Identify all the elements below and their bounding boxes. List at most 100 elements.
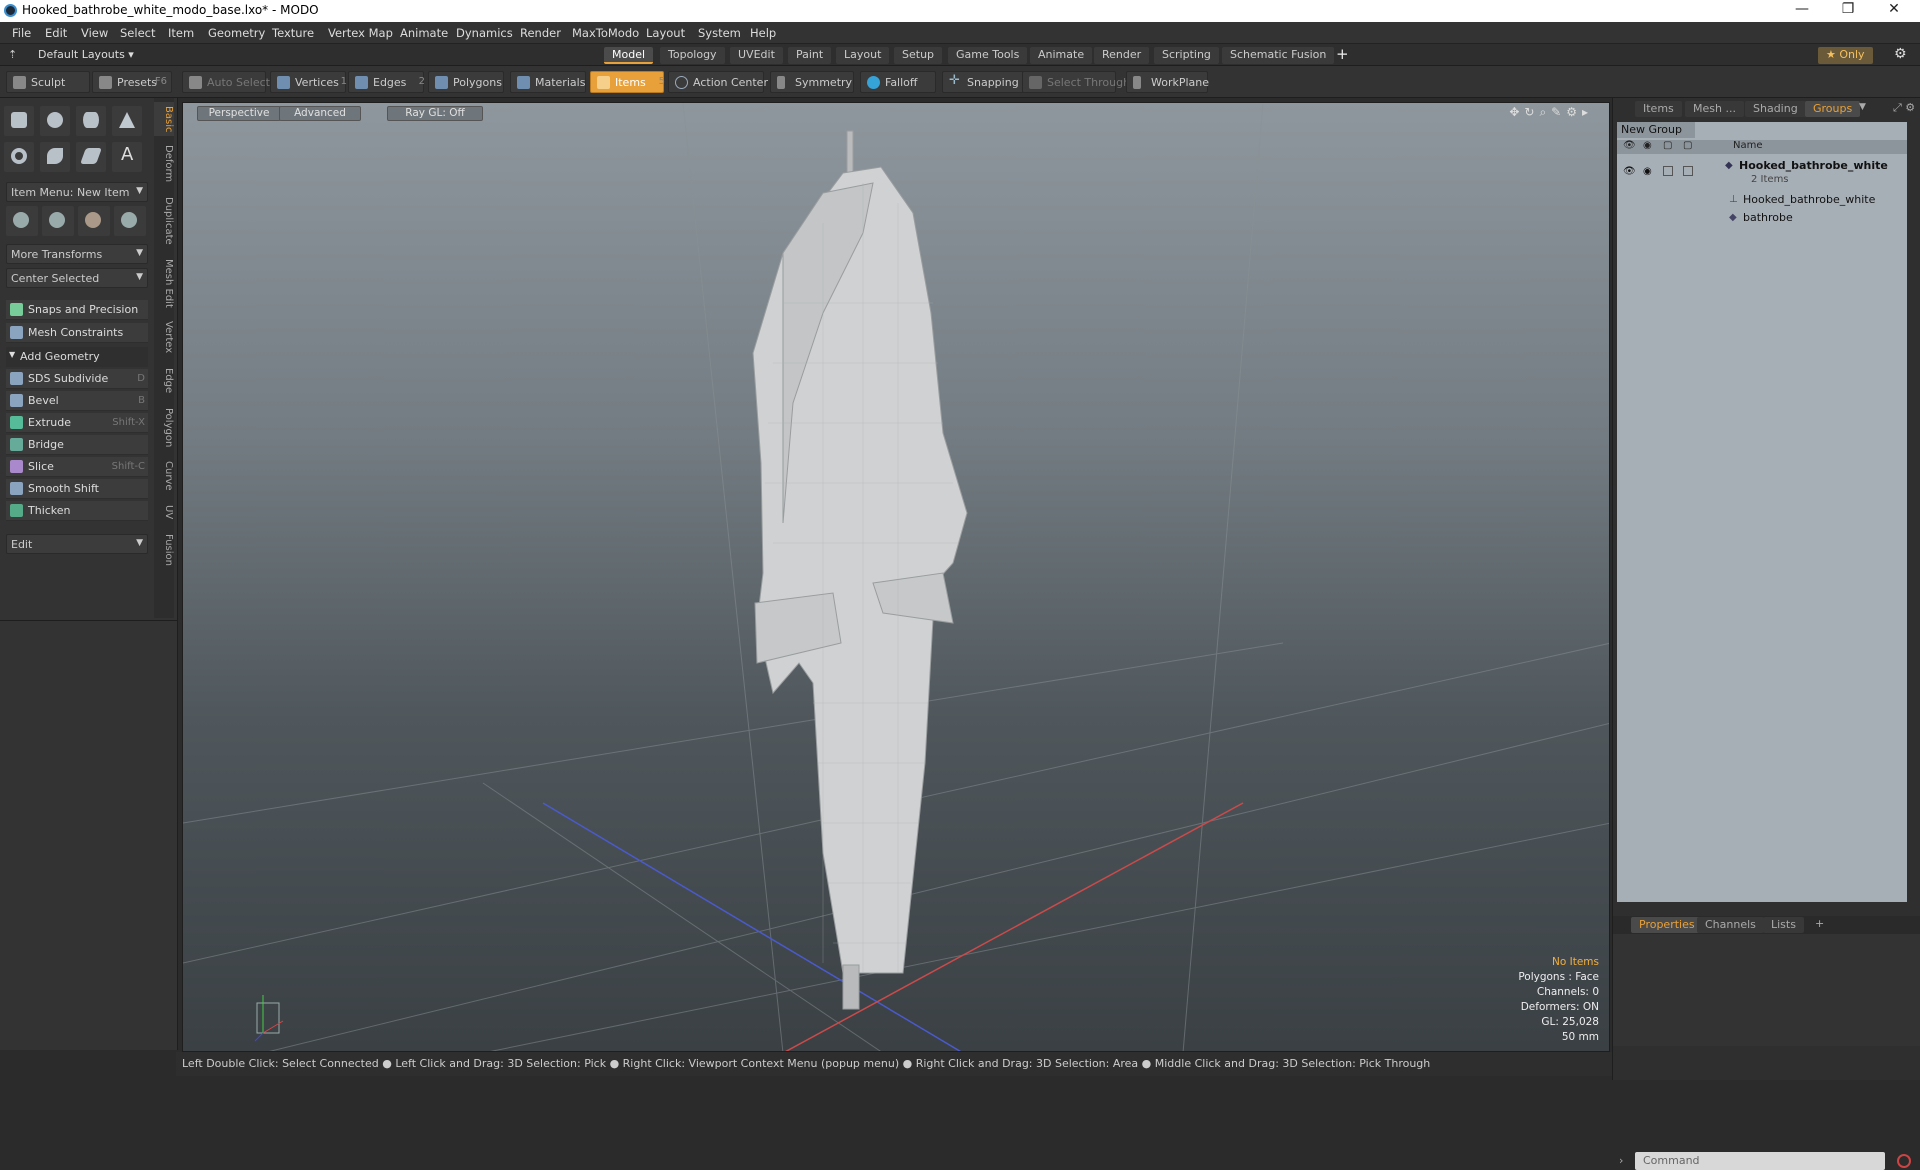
vertices-button[interactable]: Vertices 1 <box>270 71 347 93</box>
transform-button[interactable] <box>114 206 146 236</box>
slice-button[interactable]: Slice Shift-C <box>6 457 148 477</box>
sculpt-button[interactable]: Sculpt <box>6 71 90 93</box>
menu-texture[interactable]: Texture <box>272 26 314 40</box>
tab-properties[interactable]: Properties <box>1631 917 1703 933</box>
child-row[interactable]: ◆ bathrobe <box>1617 210 1907 228</box>
mesh-constraints-button[interactable]: Mesh Constraints <box>6 323 148 343</box>
menu-maxtomodo[interactable]: MaxToModo <box>572 26 639 40</box>
symmetry-button[interactable]: Symmetry <box>770 71 854 93</box>
minimize-button[interactable]: — <box>1782 1 1822 17</box>
cylinder-button[interactable] <box>76 106 106 136</box>
materials-button[interactable]: Materials <box>510 71 586 93</box>
tab-render[interactable]: Render <box>1094 47 1150 64</box>
tab-layout[interactable]: Layout <box>836 47 890 64</box>
command-input[interactable]: Command <box>1635 1152 1885 1170</box>
tab-shading[interactable]: Shading <box>1745 101 1806 117</box>
tab-animate[interactable]: Animate <box>1030 47 1093 64</box>
menu-help[interactable]: Help <box>750 26 776 40</box>
menu-layout[interactable]: Layout <box>646 26 685 40</box>
items-button[interactable]: Items 5 <box>590 71 665 93</box>
menu-dynamics[interactable]: Dynamics <box>456 26 513 40</box>
smooth-shift-button[interactable]: Smooth Shift <box>6 479 148 499</box>
select-icon[interactable]: ▢ <box>1683 140 1692 151</box>
edit-dropdown[interactable]: Edit ▼ <box>6 534 148 554</box>
add-tab-icon[interactable]: + <box>1815 917 1824 930</box>
falloff-button[interactable]: Falloff <box>860 71 936 93</box>
center-selected-dropdown[interactable]: Center Selected ▼ <box>6 268 148 288</box>
child-row[interactable]: ⊥ Hooked_bathrobe_white <box>1617 192 1907 210</box>
render-icon[interactable]: ◉ <box>1643 166 1652 177</box>
vtab-uv[interactable]: UV <box>154 500 174 524</box>
snapping-button[interactable]: ✛ Snapping <box>942 71 1024 93</box>
default-layouts-dropdown[interactable]: Default Layouts ▾ <box>38 48 134 61</box>
group-row[interactable]: 👁 ◉ ◆ Hooked_bathrobe_white 2 Items <box>1617 158 1907 190</box>
menu-animate[interactable]: Animate <box>400 26 448 40</box>
auto-select-button[interactable]: Auto Select <box>182 71 270 93</box>
vtab-duplicate[interactable]: Duplicate <box>154 194 174 248</box>
menu-render[interactable]: Render <box>520 26 561 40</box>
action-center-button[interactable]: Action Center <box>668 71 768 93</box>
cone-button[interactable] <box>112 106 142 136</box>
vtab-deform[interactable]: Deform <box>154 142 174 186</box>
pen-button[interactable] <box>76 142 106 172</box>
only-toggle[interactable]: ★ Only <box>1818 47 1873 64</box>
new-group-button[interactable]: New Group <box>1617 122 1695 138</box>
menu-edit[interactable]: Edit <box>45 26 67 40</box>
thicken-button[interactable]: Thicken <box>6 501 148 521</box>
bevel-button[interactable]: Bevel B <box>6 391 148 411</box>
tab-paint[interactable]: Paint <box>788 47 832 64</box>
tab-game-tools[interactable]: Game Tools <box>948 47 1028 64</box>
expand-icon[interactable]: ⤢ ⚙ <box>1893 101 1915 115</box>
visibility-icon[interactable]: 👁 <box>1623 166 1636 177</box>
vtab-curve[interactable]: Curve <box>154 458 174 494</box>
3d-viewport[interactable]: Perspective Advanced Ray GL: Off ✥↻⌕✎⚙▸ <box>182 102 1610 1052</box>
select-through-button[interactable]: Select Through <box>1022 71 1130 93</box>
snaps-precision-button[interactable]: Snaps and Precision <box>6 300 148 320</box>
menu-system[interactable]: System <box>698 26 741 40</box>
bridge-button[interactable]: Bridge <box>6 435 148 455</box>
menu-item[interactable]: Item <box>168 26 194 40</box>
torus-button[interactable] <box>4 142 34 172</box>
tabs-dropdown-icon[interactable]: ▼ <box>1859 102 1866 112</box>
polygons-button[interactable]: Polygons <box>428 71 504 93</box>
menu-view[interactable]: View <box>81 26 108 40</box>
tab-groups[interactable]: Groups <box>1805 101 1861 117</box>
tab-mesh[interactable]: Mesh ... <box>1685 101 1744 117</box>
tab-channels[interactable]: Channels <box>1697 917 1764 933</box>
more-transforms-dropdown[interactable]: More Transforms ▼ <box>6 244 148 264</box>
add-geometry-section[interactable]: ▼ Add Geometry <box>6 347 148 367</box>
visibility-icon[interactable]: 👁 <box>1623 140 1636 151</box>
vtab-polygon[interactable]: Polygon <box>154 404 174 452</box>
rotate-button[interactable] <box>42 206 74 236</box>
tab-lists[interactable]: Lists <box>1763 917 1804 933</box>
presets-button[interactable]: Presets F6 <box>92 71 172 93</box>
vtab-mesh-edit[interactable]: Mesh Edit <box>154 256 174 310</box>
menu-geometry[interactable]: Geometry <box>208 26 265 40</box>
tab-uvedit[interactable]: UVEdit <box>730 47 783 64</box>
vtab-basic[interactable]: Basic <box>154 102 174 136</box>
tab-schematic-fusion[interactable]: Schematic Fusion <box>1222 47 1335 64</box>
tab-setup[interactable]: Setup <box>894 47 943 64</box>
vtab-vertex[interactable]: Vertex <box>154 316 174 358</box>
workplane-button[interactable]: WorkPlane <box>1126 71 1209 93</box>
close-button[interactable]: ✕ <box>1874 1 1914 17</box>
scale-button[interactable] <box>78 206 110 236</box>
lock-checkbox[interactable] <box>1663 166 1673 176</box>
tab-items[interactable]: Items <box>1635 101 1682 117</box>
layout-arrow-icon[interactable]: ⇡ <box>8 48 17 61</box>
menu-file[interactable]: File <box>12 26 31 40</box>
maximize-button[interactable]: ❐ <box>1828 1 1868 17</box>
render-icon[interactable]: ◉ <box>1643 140 1652 151</box>
lock-icon[interactable]: ▢ <box>1663 140 1672 151</box>
edges-button[interactable]: Edges 2 <box>348 71 425 93</box>
sds-subdivide-button[interactable]: SDS Subdivide D <box>6 369 148 389</box>
tab-model[interactable]: Model <box>604 47 654 64</box>
extrude-button[interactable]: Extrude Shift-X <box>6 413 148 433</box>
sphere-button[interactable] <box>40 106 70 136</box>
gear-icon[interactable]: ⚙ <box>1894 46 1907 62</box>
tab-topology[interactable]: Topology <box>660 47 725 64</box>
tube-button[interactable] <box>40 142 70 172</box>
record-icon[interactable] <box>1897 1154 1911 1168</box>
text-button[interactable]: A <box>112 142 142 172</box>
menu-vertex-map[interactable]: Vertex Map <box>328 26 393 40</box>
